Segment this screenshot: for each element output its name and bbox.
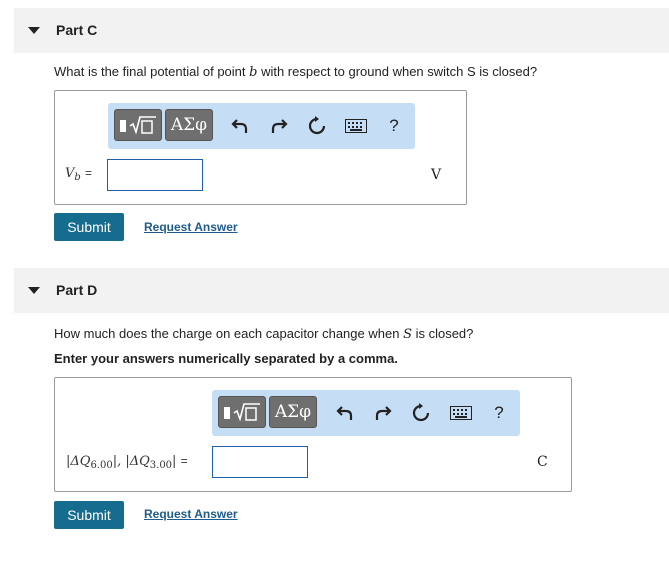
question-text: How much does the charge on each capacit… [54,326,404,341]
unit-label: V [431,167,442,183]
request-answer-link[interactable]: Request Answer [144,220,238,234]
request-answer-link[interactable]: Request Answer [144,507,238,521]
templates-button[interactable] [114,109,162,141]
greek-symbols-button[interactable]: ΑΣφ [165,109,213,141]
help-button[interactable]: ? [384,116,404,136]
unit-label: C [537,454,548,470]
collapse-triangle-icon[interactable] [28,27,40,34]
templates-icon [224,403,260,422]
templates-button[interactable] [218,396,266,428]
var-subscript: 6.00 [90,460,113,471]
question-text: What is the final potential of point [54,64,250,79]
submit-button[interactable]: Submit [54,213,124,241]
reset-icon[interactable] [411,403,431,423]
part-d-instruction: Enter your answers numerically separated… [54,351,398,366]
var-symbol: | [172,454,177,469]
var-symbol: V [65,166,75,181]
redo-icon[interactable] [269,116,289,136]
part-c-title: Part C [56,22,98,38]
redo-icon[interactable] [373,403,393,423]
part-c-question: What is the final potential of point b w… [54,64,537,80]
variable-label: |ΔQ6.00|, |ΔQ3.00| = [66,454,188,471]
keyboard-icon[interactable] [449,403,473,423]
greek-symbols-button[interactable]: ΑΣφ [269,396,317,428]
equals-sign: = [180,454,188,468]
collapse-triangle-icon[interactable] [28,287,40,294]
submit-button[interactable]: Submit [54,501,124,529]
equals-sign: = [84,166,92,180]
var-subscript: 3.00 [149,460,173,471]
part-d-title: Part D [56,282,98,298]
var-symbol: |ΔQ [66,454,91,469]
var-symbol: |, |ΔQ [112,454,150,469]
question-text: is closed? [411,326,474,341]
answer-input[interactable] [212,446,308,478]
question-variable: S [403,327,412,342]
question-text: with respect to ground when switch S is … [257,64,538,79]
math-toolbar: ΑΣφ ? [108,103,415,149]
part-c-header[interactable]: Part C [14,8,669,53]
keyboard-icon[interactable] [344,116,368,136]
answer-input[interactable] [107,159,203,191]
part-d-question: How much does the charge on each capacit… [54,326,473,342]
undo-icon[interactable] [335,403,355,423]
part-c-answer-box: ΑΣφ ? Vb = V [54,90,467,205]
part-d-answer-box: ΑΣφ ? |ΔQ6.00|, |ΔQ3.00| = C [54,377,572,492]
var-subscript: b [74,172,81,183]
math-toolbar: ΑΣφ ? [212,390,520,436]
undo-icon[interactable] [230,116,250,136]
help-button[interactable]: ? [489,403,509,423]
templates-icon [120,116,156,135]
reset-icon[interactable] [307,116,327,136]
part-d-header[interactable]: Part D [14,268,669,313]
variable-label: Vb = [65,166,92,183]
